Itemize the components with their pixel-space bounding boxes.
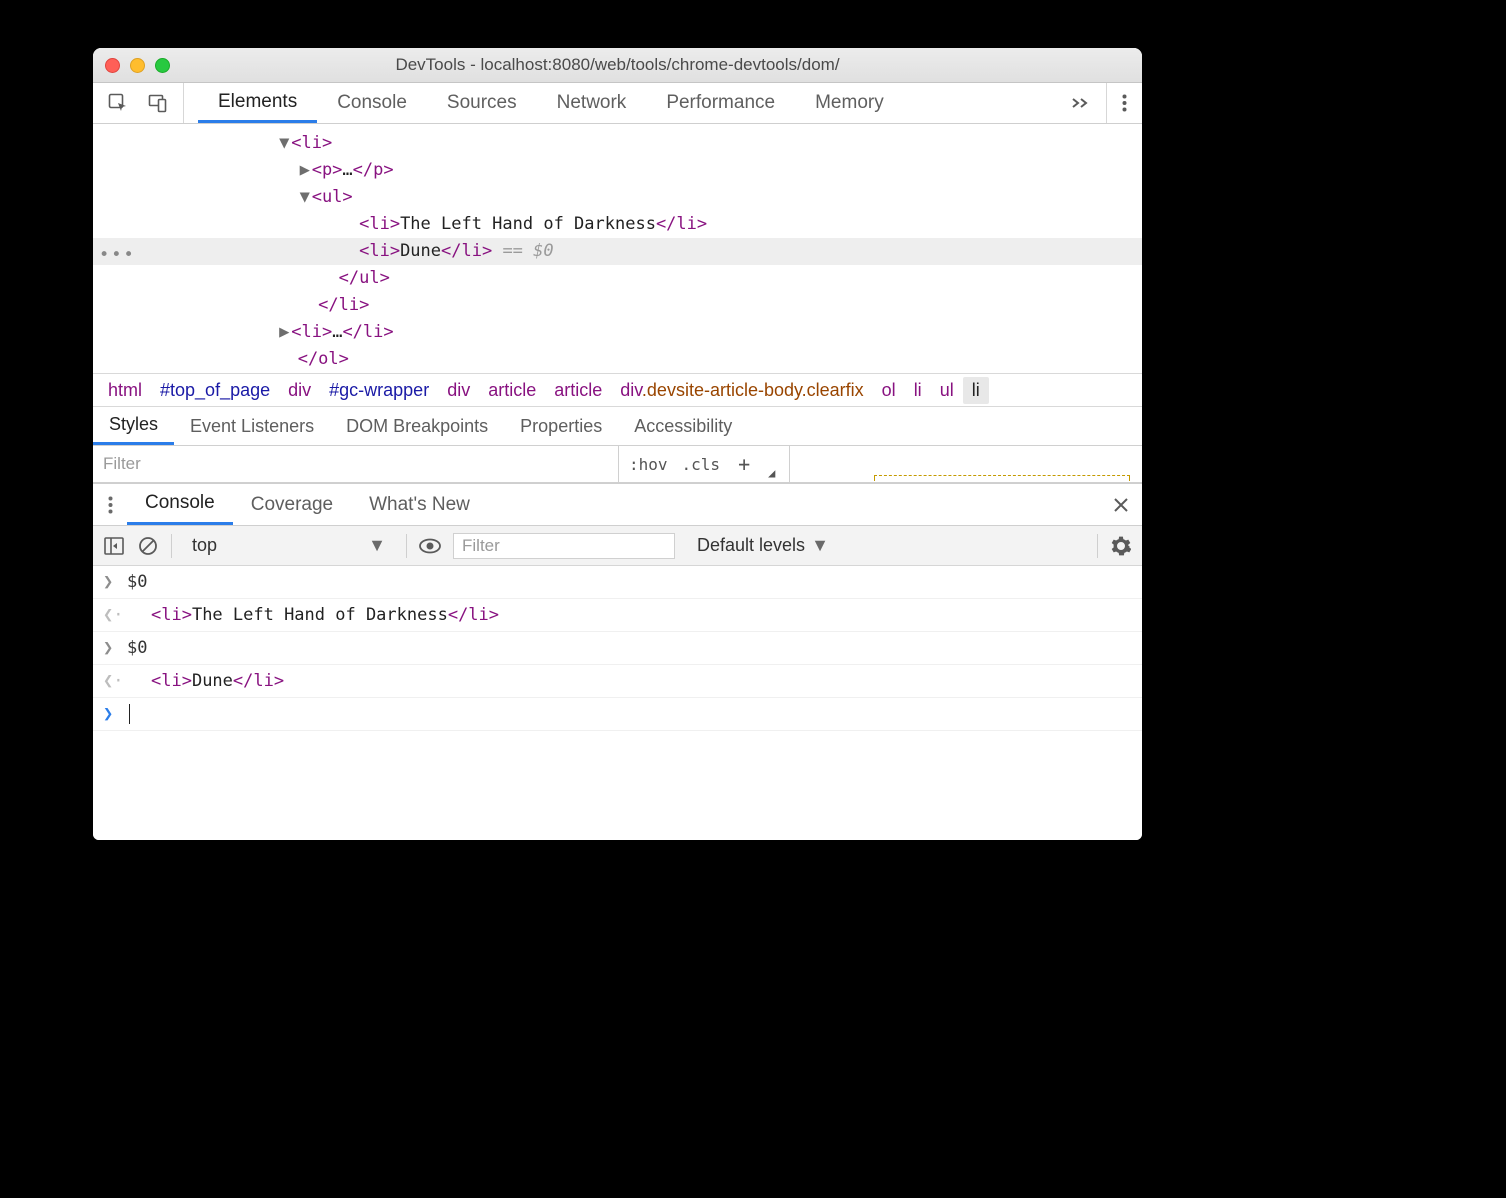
main-tabs: ElementsConsoleSourcesNetworkPerformance… — [184, 83, 1066, 123]
zoom-window-button[interactable] — [155, 58, 170, 73]
tree-row[interactable]: ▼<ul> — [93, 184, 1142, 211]
tree-row[interactable]: </li> — [93, 292, 1142, 319]
row-actions-icon[interactable]: ••• — [99, 242, 136, 269]
drawer-tab-console[interactable]: Console — [127, 484, 233, 525]
devtools-window: DevTools - localhost:8080/web/tools/chro… — [93, 48, 1142, 840]
console-sidebar-toggle-icon[interactable] — [103, 535, 125, 557]
tree-row[interactable]: ▶<p>…</p> — [93, 157, 1142, 184]
tab-memory[interactable]: Memory — [795, 83, 904, 123]
breadcrumb-item[interactable]: li — [905, 380, 931, 401]
titlebar: DevTools - localhost:8080/web/tools/chro… — [93, 48, 1142, 83]
breadcrumb-current[interactable]: li — [963, 377, 989, 404]
console-output[interactable]: ❯$0❮⋅<li>The Left Hand of Darkness</li>❯… — [93, 566, 1142, 840]
drawer-tabs-bar: ConsoleCoverageWhat's New — [93, 484, 1142, 526]
styles-subtabs: StylesEvent ListenersDOM BreakpointsProp… — [93, 406, 1142, 446]
toolbar-left — [93, 83, 184, 123]
tree-row[interactable]: </ul> — [93, 265, 1142, 292]
console-row: ❯$0 — [93, 632, 1142, 665]
device-toolbar-icon[interactable] — [147, 92, 169, 114]
styles-filter-input[interactable] — [93, 446, 618, 482]
breadcrumb-item[interactable]: ol — [873, 380, 905, 401]
console-row: ❮⋅<li>The Left Hand of Darkness</li> — [93, 599, 1142, 632]
console-toolbar: top ▼ Default levels ▼ — [93, 526, 1142, 566]
tab-sources[interactable]: Sources — [427, 83, 537, 123]
breadcrumb-item[interactable]: div — [279, 380, 320, 401]
tab-network[interactable]: Network — [537, 83, 647, 123]
drawer: ConsoleCoverageWhat's New top ▼ — [93, 483, 1142, 840]
console-prompt[interactable]: ❯ — [93, 698, 1142, 731]
dom-breadcrumbs: html#top_of_pagediv#gc-wrapperdivarticle… — [93, 373, 1142, 406]
box-model-preview — [874, 475, 1130, 481]
styles-corner-icon: ◢ — [768, 466, 779, 482]
tree-row[interactable]: <li>Dune</li> == $0••• — [93, 238, 1142, 265]
dropdown-icon: ▼ — [368, 535, 386, 556]
console-filter-input[interactable] — [453, 533, 675, 559]
drawer-tab-coverage[interactable]: Coverage — [233, 484, 351, 525]
subtab-accessibility[interactable]: Accessibility — [618, 407, 748, 445]
close-window-button[interactable] — [105, 58, 120, 73]
drawer-tab-what-s-new[interactable]: What's New — [351, 484, 488, 525]
console-settings-icon[interactable] — [1110, 535, 1132, 557]
elements-tree[interactable]: ▼<li> ▶<p>…</p> ▼<ul> <li>The Left Hand … — [93, 124, 1142, 373]
inspect-element-icon[interactable] — [107, 92, 129, 114]
drawer-close-button[interactable] — [1100, 484, 1142, 525]
window-title: DevTools - localhost:8080/web/tools/chro… — [93, 55, 1142, 75]
dropdown-icon: ▼ — [811, 535, 829, 556]
execution-context-selector[interactable]: top ▼ — [184, 532, 394, 560]
breadcrumb-item[interactable]: article — [479, 380, 545, 401]
tabs-overflow-button[interactable] — [1066, 83, 1106, 123]
log-levels-label: Default levels — [697, 535, 805, 556]
new-style-rule-button[interactable]: + — [734, 452, 754, 476]
tree-row[interactable]: <li>The Left Hand of Darkness</li> — [93, 211, 1142, 238]
console-row: ❮⋅<li>Dune</li> — [93, 665, 1142, 698]
traffic-lights — [93, 58, 170, 73]
tab-console[interactable]: Console — [317, 83, 427, 123]
tree-row[interactable]: ▼<li> — [93, 130, 1142, 157]
cls-toggle[interactable]: .cls — [682, 455, 721, 474]
minimize-window-button[interactable] — [130, 58, 145, 73]
subtab-styles[interactable]: Styles — [93, 407, 174, 445]
drawer-menu-button[interactable] — [93, 484, 127, 525]
execution-context-label: top — [192, 535, 217, 556]
breadcrumb-item[interactable]: ul — [931, 380, 963, 401]
live-expression-icon[interactable] — [419, 535, 441, 557]
tab-performance[interactable]: Performance — [646, 83, 795, 123]
tree-row[interactable]: </ol> — [93, 346, 1142, 373]
tab-elements[interactable]: Elements — [198, 83, 317, 123]
tree-row[interactable]: ▶<li>…</li> — [93, 319, 1142, 346]
log-levels-selector[interactable]: Default levels ▼ — [687, 535, 829, 556]
clear-console-icon[interactable] — [137, 535, 159, 557]
breadcrumb-item[interactable]: div — [438, 380, 479, 401]
hov-toggle[interactable]: :hov — [629, 455, 668, 474]
console-row: ❯$0 — [93, 566, 1142, 599]
styles-filter-bar: :hov .cls + ◢ — [93, 446, 1142, 483]
subtab-properties[interactable]: Properties — [504, 407, 618, 445]
main-menu-button[interactable] — [1106, 83, 1142, 123]
main-toolbar: ElementsConsoleSourcesNetworkPerformance… — [93, 83, 1142, 124]
breadcrumb-item[interactable]: div.devsite-article-body.clearfix — [611, 380, 872, 401]
breadcrumb-item[interactable]: #top_of_page — [151, 380, 279, 401]
breadcrumb-item[interactable]: #gc-wrapper — [320, 380, 438, 401]
breadcrumb-item[interactable]: article — [545, 380, 611, 401]
breadcrumb-item[interactable]: html — [99, 380, 151, 401]
subtab-event-listeners[interactable]: Event Listeners — [174, 407, 330, 445]
subtab-dom-breakpoints[interactable]: DOM Breakpoints — [330, 407, 504, 445]
